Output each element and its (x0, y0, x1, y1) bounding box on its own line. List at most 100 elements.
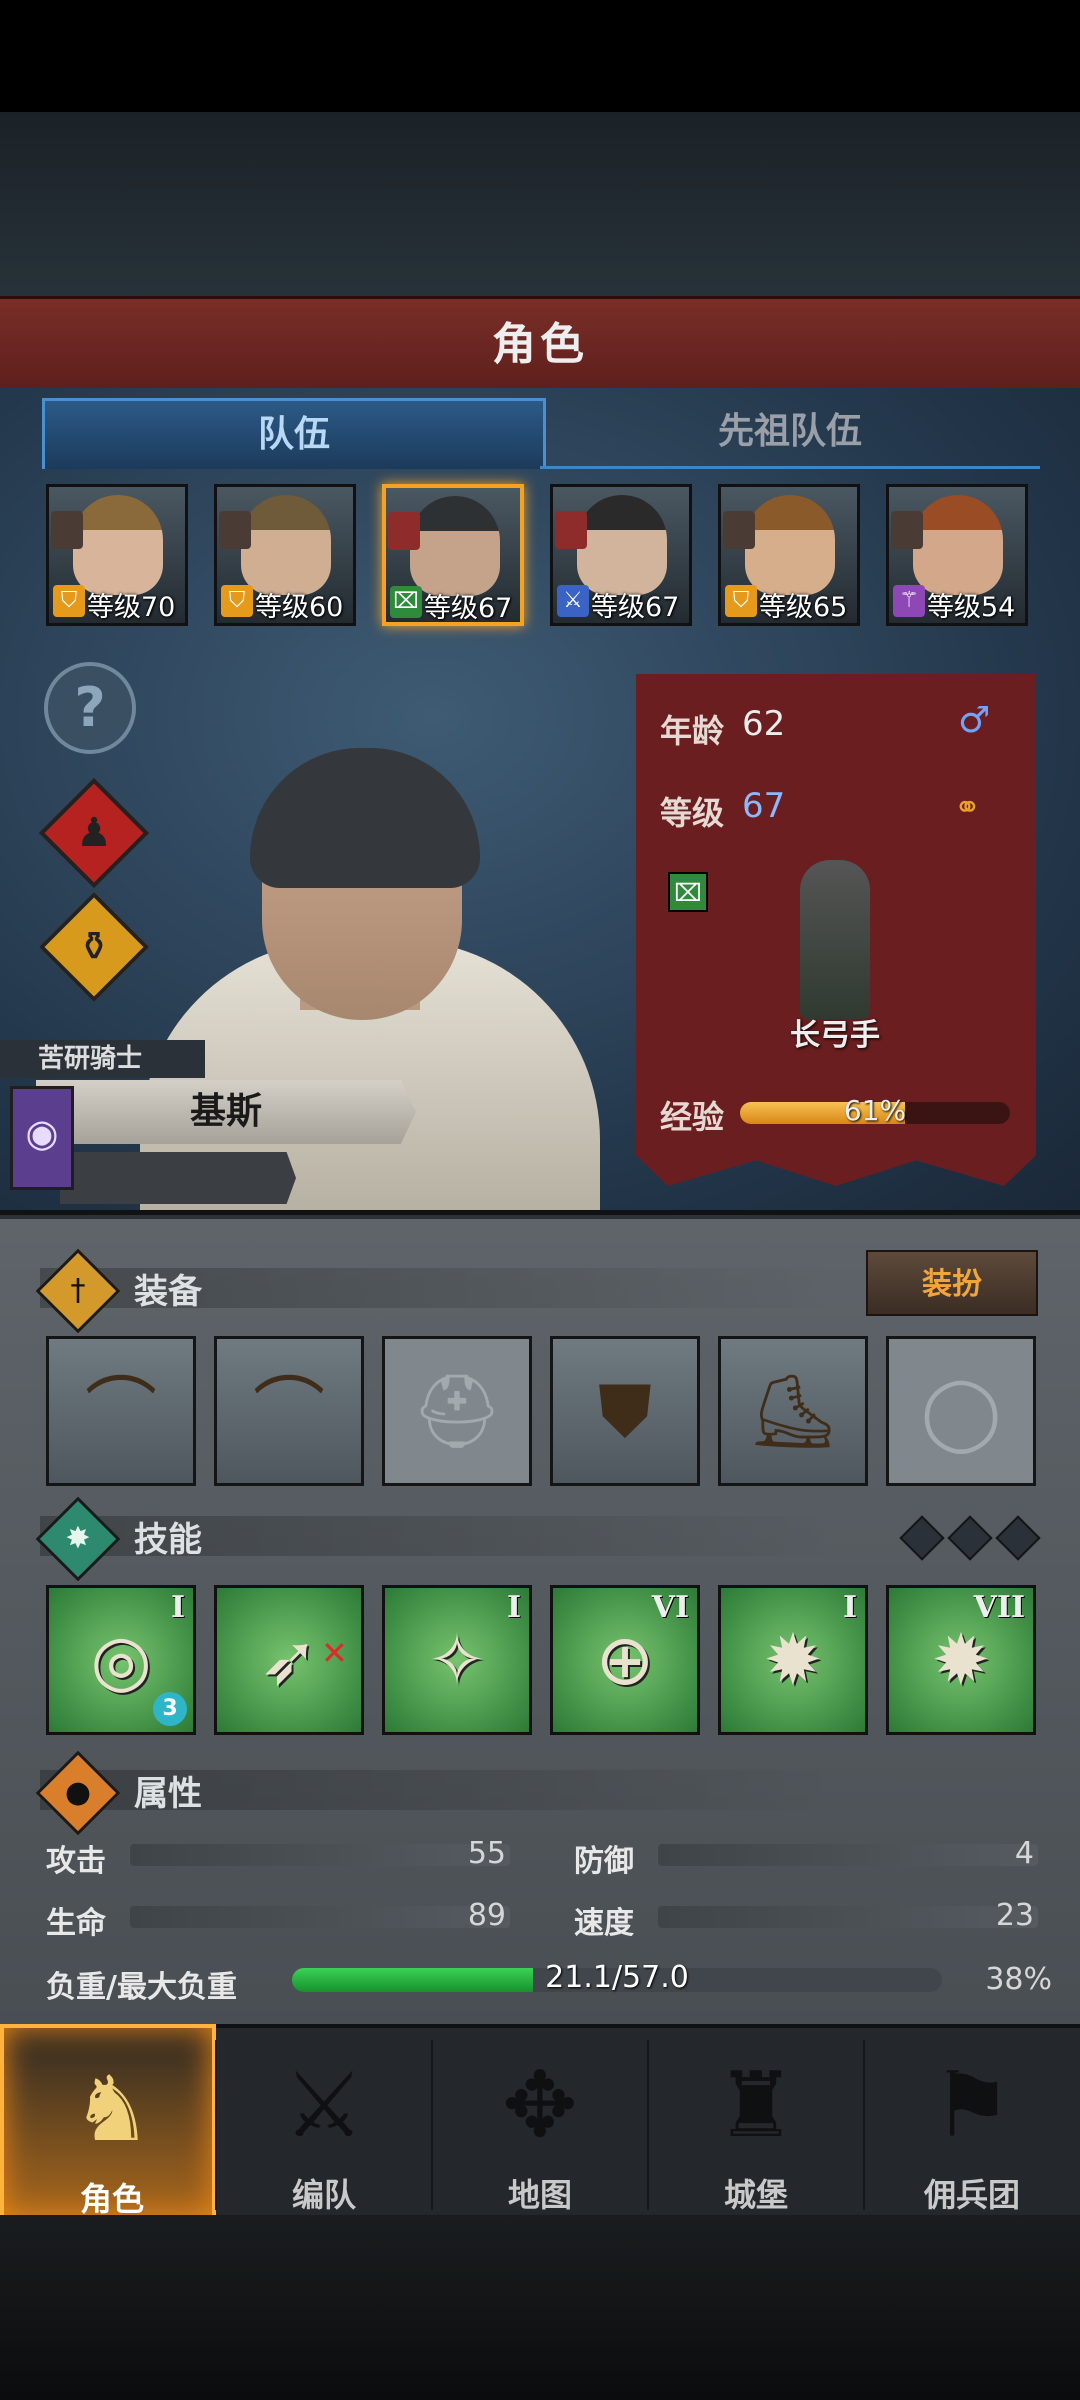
class-figure (800, 860, 870, 1020)
name-plate[interactable]: 基斯 (36, 1080, 416, 1144)
equipment-slot[interactable]: ⛊ (550, 1336, 700, 1486)
formation-icon: ⚔ (283, 2053, 365, 2158)
pouch-icon: ⚱ (77, 924, 111, 970)
hero-level: 等级60 (255, 592, 344, 623)
nav-castle[interactable]: ♜ 城堡 (648, 2024, 864, 2220)
nav-divider (431, 2040, 433, 2210)
hero-level: 等级54 (927, 592, 1016, 623)
skills-title: 技能 (134, 1520, 202, 1560)
disabled-x-icon: ✕ (321, 1634, 348, 1672)
skill-slot[interactable]: ⊕ VI (550, 1585, 700, 1735)
title-banner: 角色 (0, 296, 1080, 394)
bottom-backdrop (0, 2215, 1080, 2400)
level-value: 67 (742, 786, 786, 826)
equipment-slot[interactable]: ⌒ (46, 1336, 196, 1486)
dress-up-button[interactable]: 装扮 (866, 1250, 1038, 1316)
nav-divider (863, 2040, 865, 2210)
compass-map-icon: ✥ (502, 2053, 578, 2158)
skill-slot[interactable]: ✹ VII (886, 1585, 1036, 1735)
load-label: 负重/最大负重 (46, 1970, 237, 2005)
longbow-icon: ⌒ (252, 1369, 325, 1453)
hero-portrait (913, 495, 1003, 595)
figure-icon: ♟ (76, 810, 112, 856)
hero-portrait (241, 495, 331, 595)
hero-card[interactable]: ⚔ 等级67 (550, 484, 692, 626)
male-icon: ♂ (958, 700, 991, 741)
hero-status-badge (51, 511, 83, 549)
hero-level: 等级67 (591, 592, 680, 623)
hero-level: 等级67 (424, 593, 513, 624)
defense-value: 4 (1014, 1836, 1034, 1871)
nav-knight[interactable]: ♞ 角色 (0, 2024, 216, 2220)
equipment-slot[interactable]: ⛑ (382, 1336, 532, 1486)
character-name: 基斯 (189, 1091, 262, 1132)
exp-label: 经验 (660, 1098, 725, 1136)
equipment-slot[interactable]: ⛸ (718, 1336, 868, 1486)
tab-team[interactable]: 队伍 (42, 398, 546, 469)
skill-slot[interactable]: ✧ I (382, 1585, 532, 1735)
nav-label: 佣兵团 (923, 2176, 1020, 2214)
exp-percent: 61% (843, 1094, 907, 1127)
speed-value: 23 (995, 1898, 1034, 1933)
hero-portrait (410, 496, 500, 596)
hero-portrait (745, 495, 835, 595)
shield-icon: ⛉ (221, 585, 253, 617)
boots-icon: ⛸ (747, 1369, 839, 1453)
status-bar-area (0, 0, 1080, 112)
shield-icon: ⛉ (725, 585, 757, 617)
load-value: 21.1/57.0 (545, 1960, 689, 1995)
archer-icon: ⌧ (390, 586, 422, 618)
staff-icon: ⚚ (893, 585, 925, 617)
helmet-icon: ⛑ (411, 1369, 503, 1453)
attack-label: 攻击 (46, 1844, 106, 1879)
nav-divider (215, 2040, 217, 2210)
hero-status-badge (219, 511, 251, 549)
hero-card[interactable]: ⌧ 等级67 (382, 484, 524, 626)
skill-slot[interactable]: ➶ ✕ (214, 1585, 364, 1735)
skill-charge-badge: 3 (153, 1692, 187, 1726)
hero-card[interactable]: ⛉ 等级60 (214, 484, 356, 626)
character-title: 苦研骑士 (0, 1040, 205, 1078)
hp-label: 生命 (46, 1906, 106, 1941)
skill-slot[interactable]: ✹ I (718, 1585, 868, 1735)
nav-mercenary[interactable]: ⚑ 佣兵团 (864, 2024, 1080, 2220)
skill-slot[interactable]: ◎ I 3 (46, 1585, 196, 1735)
class-name: 长弓手 (790, 1018, 880, 1053)
hero-card[interactable]: ⛉ 等级65 (718, 484, 860, 626)
hero-card[interactable]: ⛉ 等级70 (46, 484, 188, 626)
sword-icon: ⚔ (557, 585, 589, 617)
archer-class-icon: ⌧ (668, 872, 708, 912)
nav-divider (647, 2040, 649, 2210)
skill-tier: VII (973, 1590, 1025, 1625)
skill-tier: I (842, 1590, 857, 1625)
help-button[interactable]: ? (44, 662, 136, 754)
tab-ancestor-team[interactable]: 先祖队伍 (540, 398, 1040, 469)
mercenary-icon: ⚑ (931, 2053, 1013, 2158)
hero-portrait (577, 495, 667, 595)
guild-emblem[interactable]: ◉ (10, 1086, 74, 1190)
hero-card[interactable]: ⚚ 等级54 (886, 484, 1028, 626)
ring-icon: ◯ (920, 1369, 1002, 1453)
equipment-slot[interactable]: ◯ (886, 1336, 1036, 1486)
knight-icon: ♞ (71, 2057, 153, 2162)
hero-level: 等级65 (759, 592, 848, 623)
equipment-title: 装备 (134, 1272, 202, 1312)
nav-formation[interactable]: ⚔ 编队 (216, 2024, 432, 2220)
shield-star-icon: ⛉ (53, 585, 85, 617)
age-value: 62 (742, 704, 786, 744)
hero-status-badge (891, 511, 923, 549)
castle-icon: ♜ (715, 2053, 797, 2158)
level-label: 等级 (660, 794, 725, 832)
skill-tier: VI (651, 1590, 689, 1625)
equipment-slot[interactable]: ⌒ (214, 1336, 364, 1486)
longbow-icon: ⌒ (84, 1369, 157, 1453)
hero-status-badge (723, 511, 755, 549)
nav-compass-map[interactable]: ✥ 地图 (432, 2024, 648, 2220)
marriage-ring-icon[interactable]: ⚭ (954, 788, 981, 826)
tunic-icon: ⛊ (597, 1369, 652, 1453)
nav-label: 地图 (507, 2176, 572, 2214)
eye-sigil-icon: ◉ (25, 1111, 59, 1155)
nav-label: 编队 (291, 2176, 356, 2214)
hero-status-badge (555, 511, 587, 549)
question-icon: ? (74, 676, 106, 739)
